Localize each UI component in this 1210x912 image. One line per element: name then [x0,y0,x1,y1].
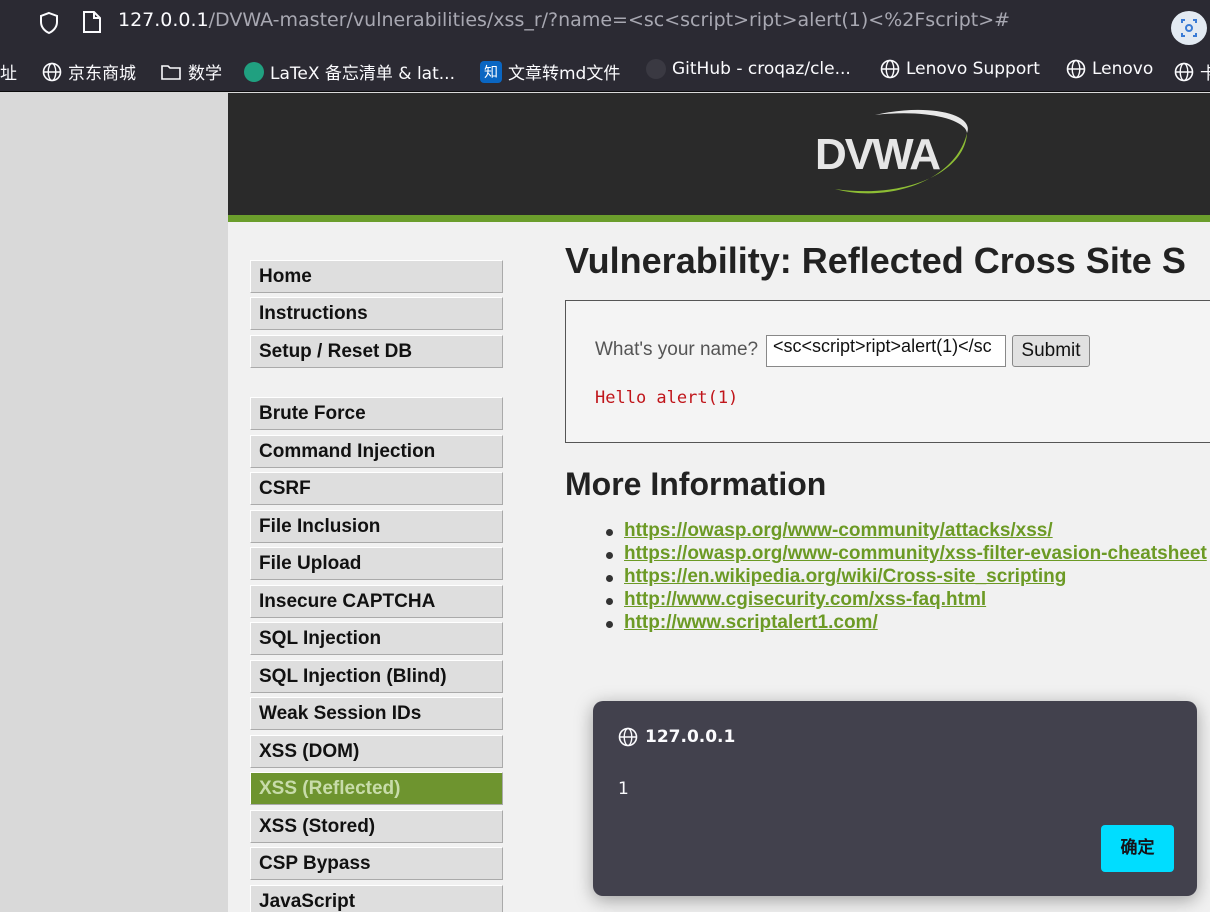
menu-item-xss-dom[interactable]: XSS (DOM) [250,735,503,768]
bullet [606,529,613,536]
name-question-label: What's your name? [595,339,759,360]
bookmark-zhihu[interactable]: 知 文章转md文件 [480,59,620,84]
bullet [606,575,613,582]
page-header [228,93,1210,215]
screenshot-button[interactable] [1171,11,1207,45]
menu-item-xss-reflected[interactable]: XSS (Reflected) [250,772,503,805]
bookmark-math-folder[interactable]: 数学 [160,59,222,84]
zhihu-icon: 知 [480,60,502,83]
bookmark-latex[interactable]: LaTeX 备忘清单 & lat... [244,59,455,84]
page-left-gutter [0,93,228,912]
menu-item-csp-bypass[interactable]: CSP Bypass [250,847,503,880]
page-icon[interactable] [81,10,103,34]
bookmark-lenovo-support[interactable]: Lenovo Support [880,59,1040,79]
page-title: Vulnerability: Reflected Cross Site S [565,240,1186,281]
menu-item-javascript[interactable]: JavaScript [250,885,503,912]
globe-icon [42,62,62,81]
dialog-message: 1 [618,779,629,799]
url-bar: 127.0.0.1/DVWA-master/vulnerabilities/xs… [0,0,1210,48]
info-link[interactable]: http://www.cgisecurity.com/xss-faq.html [624,589,986,611]
menu-item-csrf[interactable]: CSRF [250,472,503,505]
menu-item-sql-injection[interactable]: SQL Injection [250,622,503,655]
bookmark-label: 文章转md文件 [508,64,621,84]
bookmarks-bar: 址 京东商城 数学 LaTeX 备忘清单 & lat... 知 文章转md文件 … [0,48,1210,92]
header-stripe [228,215,1210,222]
menu-item-setup[interactable]: Setup / Reset DB [250,335,503,368]
info-link[interactable]: https://owasp.org/www-community/attacks/… [624,520,1053,542]
bookmark-label: 京东商城 [68,64,136,84]
scan-icon [1181,19,1197,37]
bookmark-lenovo[interactable]: Lenovo [1066,59,1153,79]
bookmark-jd[interactable]: 京东商城 [42,59,136,84]
folder-icon [161,64,181,80]
menu-item-instructions[interactable]: Instructions [250,297,503,330]
bookmark-label: Lenovo Support [906,59,1040,79]
address-input[interactable]: 127.0.0.1/DVWA-master/vulnerabilities/xs… [118,9,1010,31]
bookmark-label: 数学 [188,64,222,84]
menu-item-file-upload[interactable]: File Upload [250,547,503,580]
dialog-origin: 127.0.0.1 [618,727,735,747]
more-information-heading: More Information [565,466,827,502]
bookmark-label: LaTeX 备忘清单 & lat... [270,64,455,84]
dvwa-logo: DVWA [815,109,968,194]
bookmark-label: 卡 [1200,64,1210,84]
menu-item-insecure-captcha[interactable]: Insecure CAPTCHA [250,585,503,618]
name-input[interactable]: <sc<script>ript>alert(1)</sc [766,335,1006,367]
globe-icon [618,727,638,747]
globe-icon [1066,59,1086,79]
menu-item-file-inclusion[interactable]: File Inclusion [250,510,503,543]
menu-item-weak-session-ids[interactable]: Weak Session IDs [250,697,503,730]
bookmark-github[interactable]: GitHub - croqaz/cle... [646,59,851,79]
github-icon [646,59,666,79]
reflected-output: Hello alert(1) [595,388,739,408]
bookmark-label: 址 [0,64,17,84]
bullet [606,621,613,628]
globe-icon [880,59,900,79]
info-link[interactable]: https://owasp.org/www-community/xss-filt… [624,543,1207,565]
info-link[interactable]: https://en.wikipedia.org/wiki/Cross-site… [624,566,1066,588]
bookmark-cut[interactable]: 卡 [1174,59,1210,84]
bookmark-label: GitHub - croqaz/cle... [672,59,851,79]
vulnerability-box [565,300,1210,443]
url-path: /DVWA-master/vulnerabilities/xss_r/?name… [208,9,1011,31]
menu-item-xss-stored[interactable]: XSS (Stored) [250,810,503,843]
bookmark-0[interactable]: 址 [0,59,17,84]
alert-dialog: 127.0.0.1 1 确定 [593,701,1197,896]
submit-button[interactable]: Submit [1012,335,1090,367]
url-host: 127.0.0.1 [118,9,209,31]
menu-item-command-injection[interactable]: Command Injection [250,435,503,468]
globe-icon [1174,62,1194,81]
bullet [606,598,613,605]
info-link[interactable]: http://www.scriptalert1.com/ [624,612,878,634]
bookmark-label: Lenovo [1092,59,1154,79]
shield-icon[interactable] [37,11,61,35]
ok-button[interactable]: 确定 [1101,825,1174,872]
logo-text: DVWA [815,130,940,179]
menu-item-brute-force[interactable]: Brute Force [250,397,503,430]
menu-item-sql-injection-blind[interactable]: SQL Injection (Blind) [250,660,503,693]
dialog-origin-text: 127.0.0.1 [645,727,736,747]
bullet [606,552,613,559]
menu-item-home[interactable]: Home [250,260,503,293]
leaf-icon [244,61,264,82]
